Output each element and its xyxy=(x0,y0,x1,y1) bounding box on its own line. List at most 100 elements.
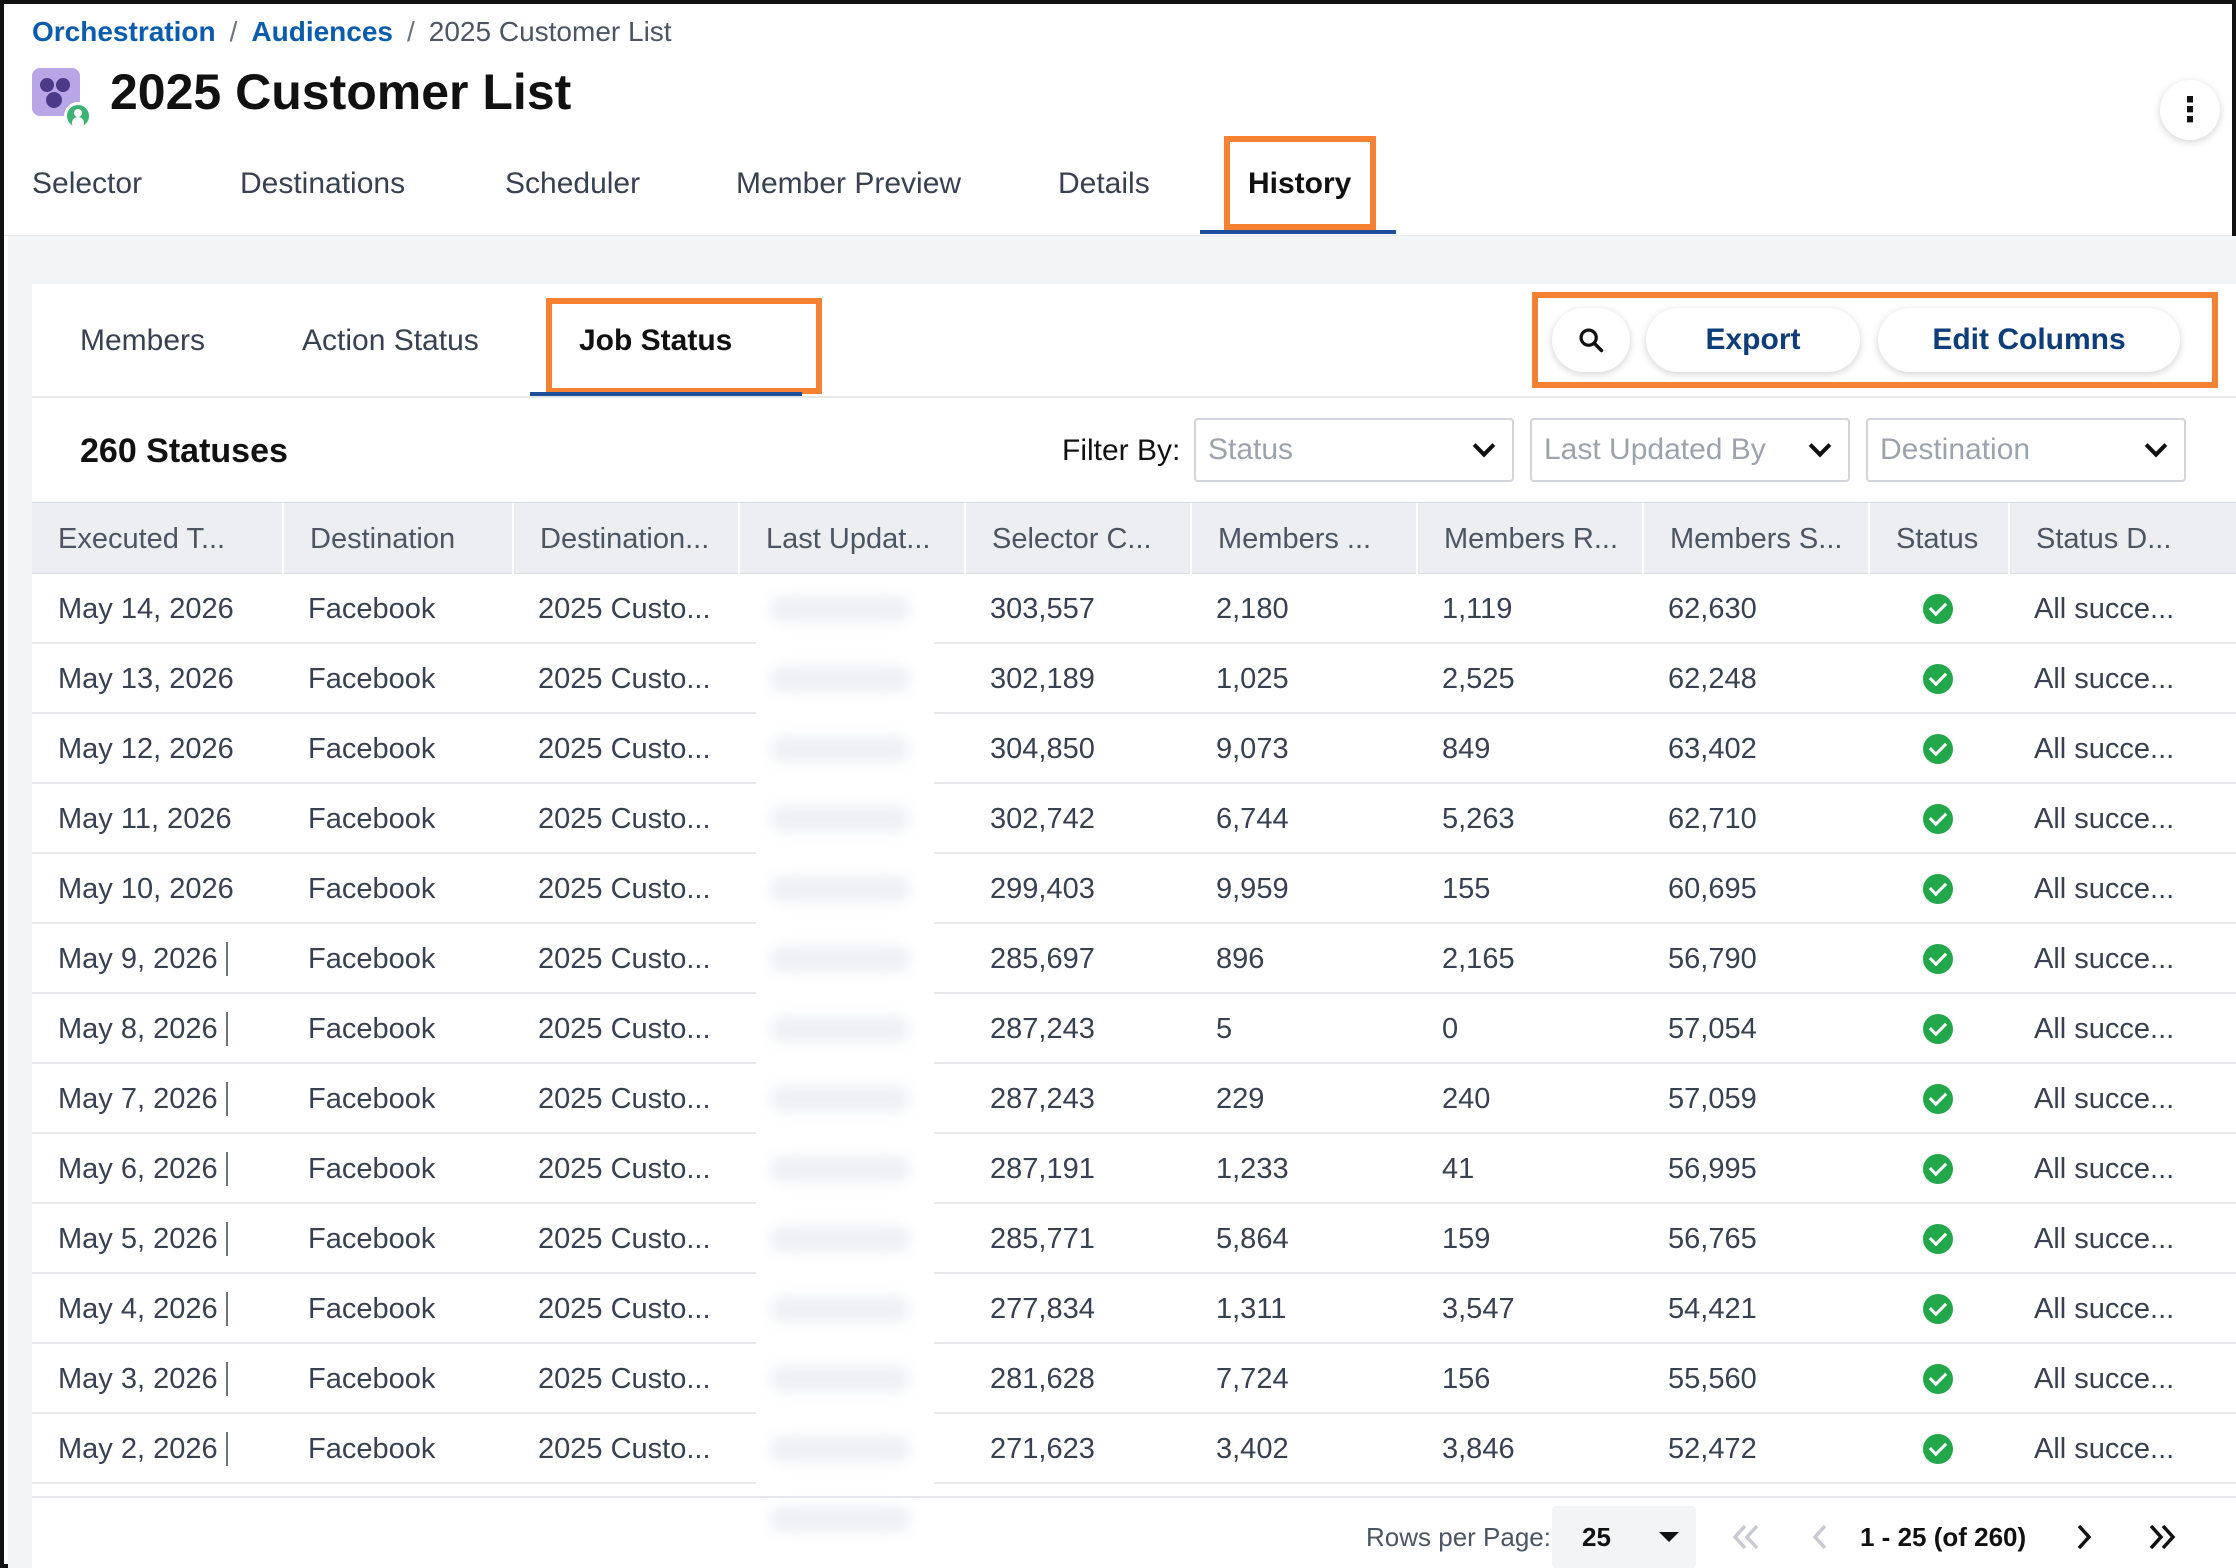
column-resize-handle[interactable] xyxy=(225,1222,228,1256)
column-resize-handle[interactable] xyxy=(225,1432,228,1466)
cell-destination: Facebook xyxy=(282,574,435,644)
cell-selector-count-text: 271,623 xyxy=(990,1432,1095,1465)
last-page-button[interactable] xyxy=(2142,1516,2182,1558)
table-row[interactable]: May 8, 2026 Facebook 2025 Custo... 287,243 5… xyxy=(32,994,2236,1064)
column-resize-handle[interactable] xyxy=(225,1152,228,1186)
redacted-last-updated-cell xyxy=(756,1204,934,1274)
column-header-destination[interactable]: Destination xyxy=(282,503,512,575)
cell-members-added: 1,025 xyxy=(1190,644,1289,714)
tab-member-preview[interactable]: Member Preview xyxy=(736,156,961,212)
cell-destination-name: 2025 Custo... xyxy=(512,1274,711,1344)
cell-selector-count-text: 287,243 xyxy=(990,1082,1095,1115)
tab-details[interactable]: Details xyxy=(1058,156,1150,212)
column-header-members-added[interactable]: Members ... xyxy=(1190,503,1416,575)
cell-executed-time: May 5, 2026 xyxy=(32,1204,228,1274)
rows-per-page-select[interactable]: 25 xyxy=(1552,1506,1696,1568)
more-options-button[interactable]: ⋮ xyxy=(2160,80,2220,140)
cell-selector-count-text: 287,191 xyxy=(990,1152,1095,1185)
user-badge-icon xyxy=(64,102,92,130)
table-row[interactable]: May 2, 2026 Facebook 2025 Custo... 271,623 3… xyxy=(32,1414,2236,1484)
column-header-destination-name[interactable]: Destination... xyxy=(512,503,738,575)
cell-selector-count: 285,697 xyxy=(964,924,1095,994)
cell-members-synced-text: 52,472 xyxy=(1668,1432,1757,1465)
column-resize-handle[interactable] xyxy=(225,1292,228,1326)
previous-page-button[interactable] xyxy=(1810,1516,1830,1558)
table-row[interactable]: May 9, 2026 Facebook 2025 Custo... 285,697 8… xyxy=(32,924,2236,994)
cell-members-added-text: 5,864 xyxy=(1216,1222,1289,1255)
table-row[interactable]: May 4, 2026 Facebook 2025 Custo... 277,834 1… xyxy=(32,1274,2236,1344)
cell-members-synced-text: 55,560 xyxy=(1668,1362,1757,1395)
check-circle-icon xyxy=(1923,1084,1953,1114)
cell-destination-text: Facebook xyxy=(308,662,436,695)
cell-members-added: 7,724 xyxy=(1190,1344,1289,1414)
table-row[interactable]: May 10, 2026 Facebook 2025 Custo... 299,403… xyxy=(32,854,2236,924)
cell-members-added: 229 xyxy=(1190,1064,1264,1134)
cell-members-added-text: 9,073 xyxy=(1216,732,1289,765)
cell-selector-count: 302,742 xyxy=(964,784,1095,854)
breadcrumb-link-orchestration[interactable]: Orchestration xyxy=(32,16,216,48)
cell-executed-time-text: May 14, 2026 xyxy=(58,592,234,625)
edit-columns-button[interactable]: Edit Columns xyxy=(1878,308,2180,372)
cell-members-added-text: 9,959 xyxy=(1216,872,1289,905)
column-header-status-detail[interactable]: Status D... xyxy=(2008,503,2236,575)
subtab-members[interactable]: Members xyxy=(80,316,205,366)
table-row[interactable]: May 6, 2026 Facebook 2025 Custo... 287,191 1… xyxy=(32,1134,2236,1204)
check-circle-icon xyxy=(1923,1364,1953,1394)
cell-destination-text: Facebook xyxy=(308,942,436,975)
cell-destination-name: 2025 Custo... xyxy=(512,574,711,644)
filter-label: Filter By: xyxy=(1062,434,1181,467)
search-button[interactable] xyxy=(1552,308,1630,372)
subtab-action-status[interactable]: Action Status xyxy=(302,316,479,366)
cell-members-added-text: 7,724 xyxy=(1216,1362,1289,1395)
table-row[interactable]: May 14, 2026 Facebook 2025 Custo... 303,557… xyxy=(32,574,2236,644)
table-row[interactable]: May 3, 2026 Facebook 2025 Custo... 281,628 7… xyxy=(32,1344,2236,1414)
redacted-last-updated-cell xyxy=(756,714,934,784)
column-header-executed-time[interactable]: Executed T... xyxy=(32,503,282,575)
export-button[interactable]: Export xyxy=(1646,308,1860,372)
column-header-status[interactable]: Status xyxy=(1868,503,2008,575)
tab-scheduler[interactable]: Scheduler xyxy=(505,156,640,212)
cell-status-detail-text: All succe... xyxy=(2034,802,2175,835)
column-resize-handle[interactable] xyxy=(225,1082,228,1116)
tab-selector[interactable]: Selector xyxy=(32,156,142,212)
cell-status xyxy=(1868,854,2008,924)
table-row-partial xyxy=(32,1484,2236,1492)
table-row[interactable]: May 7, 2026 Facebook 2025 Custo... 287,243 2… xyxy=(32,1064,2236,1134)
column-header-members-removed[interactable]: Members R... xyxy=(1416,503,1642,575)
cell-members-synced: 62,630 xyxy=(1642,574,1757,644)
cell-destination: Facebook xyxy=(282,994,435,1064)
table-row[interactable]: May 12, 2026 Facebook 2025 Custo... 304,850… xyxy=(32,714,2236,784)
cell-destination-name-text: 2025 Custo... xyxy=(538,1432,711,1465)
first-page-button[interactable] xyxy=(1726,1516,1766,1558)
redacted-last-updated-cell xyxy=(756,644,934,714)
rows-per-page-label: Rows per Page: xyxy=(1366,1521,1551,1552)
cell-members-synced-text: 62,248 xyxy=(1668,662,1757,695)
table-row[interactable]: May 13, 2026 Facebook 2025 Custo... 302,189… xyxy=(32,644,2236,714)
cell-executed-time: May 4, 2026 xyxy=(32,1274,228,1344)
column-header-members-synced[interactable]: Members S... xyxy=(1642,503,1868,575)
cell-status xyxy=(1868,1414,2008,1484)
next-page-button[interactable] xyxy=(2072,1516,2096,1558)
cell-destination: Facebook xyxy=(282,1274,435,1344)
tab-destinations[interactable]: Destinations xyxy=(240,156,405,212)
status-filter-select[interactable]: Status xyxy=(1194,418,1514,482)
breadcrumb-link-audiences[interactable]: Audiences xyxy=(251,16,393,48)
cell-status xyxy=(1868,1274,2008,1344)
redacted-last-updated-cell xyxy=(756,1134,934,1204)
table-row[interactable]: May 11, 2026 Facebook 2025 Custo... 302,742… xyxy=(32,784,2236,854)
column-resize-handle[interactable] xyxy=(225,1362,228,1396)
cell-members-added-text: 2,180 xyxy=(1216,592,1289,625)
column-resize-handle[interactable] xyxy=(225,942,228,976)
column-resize-handle[interactable] xyxy=(225,1012,228,1046)
last-updated-by-filter-select[interactable]: Last Updated By xyxy=(1530,418,1850,482)
cell-members-removed: 156 xyxy=(1416,1344,1490,1414)
cell-members-synced: 52,472 xyxy=(1642,1414,1757,1484)
cell-members-added: 2,180 xyxy=(1190,574,1289,644)
cell-destination-name: 2025 Custo... xyxy=(512,854,711,924)
column-header-last-updated[interactable]: Last Updat... xyxy=(738,503,964,575)
cell-members-added: 5 xyxy=(1190,994,1232,1064)
column-header-selector-count[interactable]: Selector C... xyxy=(964,503,1190,575)
table-row[interactable]: May 5, 2026 Facebook 2025 Custo... 285,771 5… xyxy=(32,1204,2236,1274)
cell-members-synced: 57,059 xyxy=(1642,1064,1757,1134)
destination-filter-select[interactable]: Destination xyxy=(1866,418,2186,482)
